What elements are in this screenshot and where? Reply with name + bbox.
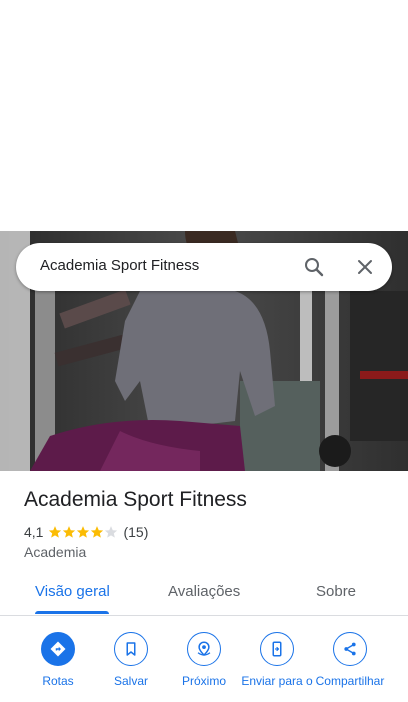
- nearby-icon: [197, 641, 211, 657]
- send-to-phone-icon: [272, 641, 282, 657]
- save-button[interactable]: Salvar: [93, 632, 169, 689]
- directions-button[interactable]: Rotas: [20, 632, 96, 689]
- send-to-phone-label: Enviar para o: [241, 674, 313, 688]
- place-title: Academia Sport Fitness: [24, 488, 247, 511]
- tab-overview[interactable]: Visão geral: [35, 583, 110, 600]
- directions-label: Rotas: [42, 674, 74, 688]
- send-to-phone-button[interactable]: Enviar para o: [239, 632, 315, 689]
- star-full-icon: [77, 526, 90, 538]
- rating-value: 4,1: [24, 524, 44, 540]
- tab-underline: [35, 611, 109, 614]
- tab-reviews[interactable]: Avaliações: [168, 583, 240, 600]
- review-count[interactable]: (15): [123, 524, 148, 540]
- place-category[interactable]: Academia: [24, 544, 86, 560]
- star-full-icon: [91, 526, 104, 538]
- tab-bar: Visão geral Avaliações Sobre: [0, 571, 408, 616]
- star-empty-icon: [105, 526, 118, 538]
- share-button[interactable]: Compartilhar: [312, 632, 388, 689]
- search-icon[interactable]: [302, 255, 326, 279]
- rating-row[interactable]: 4,1 (15): [24, 523, 148, 541]
- star-rating: [48, 525, 118, 539]
- nearby-button[interactable]: Próximo: [166, 632, 242, 689]
- star-full-icon: [49, 526, 62, 538]
- divider: [0, 615, 408, 616]
- share-icon: [344, 642, 356, 656]
- nearby-label: Próximo: [181, 674, 226, 688]
- search-bar[interactable]: Academia Sport Fitness: [16, 243, 392, 291]
- tab-about[interactable]: Sobre: [316, 583, 356, 600]
- close-icon[interactable]: [353, 255, 377, 279]
- star-full-icon: [63, 526, 76, 538]
- save-label: Salvar: [113, 674, 148, 688]
- directions-icon: [50, 641, 66, 657]
- share-label: Compartilhar: [315, 674, 385, 688]
- bookmark-icon: [126, 642, 136, 656]
- search-input[interactable]: Academia Sport Fitness: [40, 257, 199, 274]
